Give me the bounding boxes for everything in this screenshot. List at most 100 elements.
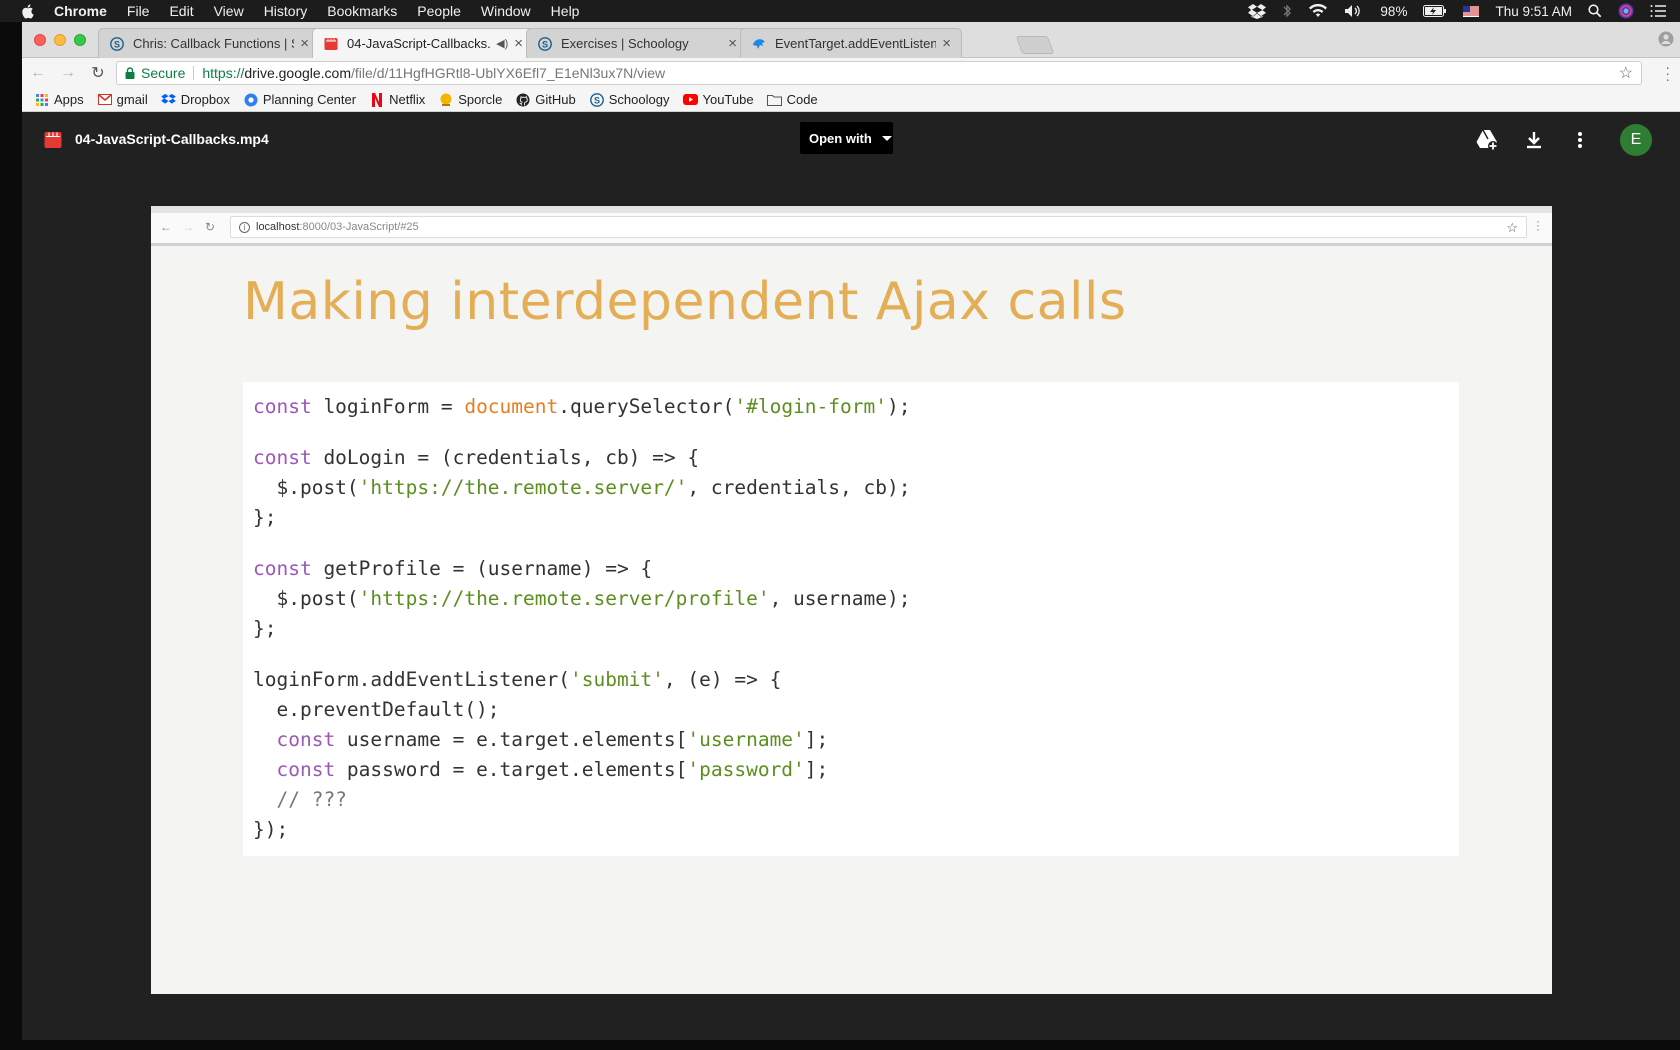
bookmark-planning-center[interactable]: Planning Center (243, 92, 356, 108)
wifi-icon[interactable] (1308, 4, 1328, 18)
clock[interactable]: Thu 9:51 AM (1495, 4, 1572, 19)
recorded-tab-strip (151, 206, 1552, 213)
account-avatar[interactable]: E (1620, 124, 1652, 156)
svg-text:S: S (542, 39, 548, 49)
code-line: const doLogin = (credentials, cb) => { (253, 446, 700, 469)
bookmarks-bar: Apps gmail Dropbox Planning Center Netfl… (22, 88, 1680, 112)
reload-icon: ↻ (205, 220, 216, 234)
window-minimize-button[interactable] (54, 34, 66, 46)
recorded-url-path: :8000/03-JavaScript/#25 (299, 221, 419, 233)
reload-icon[interactable]: ↻ (88, 63, 108, 83)
menu-file[interactable]: File (127, 3, 150, 19)
caret-down-icon (881, 135, 892, 141)
file-name: 04-JavaScript-Callbacks.mp4 (75, 131, 269, 147)
close-icon[interactable]: × (300, 35, 309, 52)
code-line: const getProfile = (username) => { (253, 557, 653, 580)
info-icon: i (239, 221, 250, 233)
menu-help[interactable]: Help (551, 3, 580, 19)
bookmark-code[interactable]: Code (767, 92, 818, 108)
url-scheme: https:// (202, 65, 245, 81)
code-line: }; (253, 506, 277, 529)
code-line: }); (253, 818, 289, 841)
siri-icon[interactable] (1618, 3, 1634, 19)
back-arrow-icon[interactable]: ← (28, 63, 48, 83)
bookmark-star-icon: ☆ (1506, 220, 1518, 235)
github-icon (515, 92, 531, 108)
menu-people[interactable]: People (417, 3, 461, 19)
add-to-drive-icon[interactable] (1475, 128, 1499, 152)
code-line: loginForm.addEventListener('submit', (e)… (253, 668, 782, 691)
tab-title: EventTarget.addEventListener( (775, 36, 937, 51)
dropbox-icon[interactable] (1248, 3, 1267, 19)
youtube-icon (682, 92, 698, 108)
tab-strip: S Chris: Callback Functions | Sch × 04-J… (22, 22, 1680, 58)
bookmark-label: Code (786, 92, 818, 107)
drive-viewer: 04-JavaScript-Callbacks.mp4 Open with E … (22, 112, 1680, 1040)
bookmark-github[interactable]: GitHub (515, 92, 576, 108)
chrome-menu-icon[interactable]: · · · (1665, 60, 1670, 86)
close-icon[interactable]: × (728, 35, 737, 52)
address-bar[interactable]: Secure https://drive.google.com/file/d/1… (116, 61, 1642, 85)
netflix-icon (369, 92, 385, 108)
gmail-icon (97, 92, 113, 108)
status-area: 98% Thu 9:51 AM (1248, 0, 1666, 22)
bookmark-gmail[interactable]: gmail (97, 92, 148, 108)
sporcle-icon (438, 92, 454, 108)
notification-center-icon[interactable] (1650, 5, 1666, 17)
code-line: const password = e.target.elements['pass… (276, 758, 829, 781)
volume-icon[interactable] (1344, 4, 1364, 18)
bookmark-label: Dropbox (180, 92, 230, 107)
bookmark-apps[interactable]: Apps (34, 92, 84, 108)
bluetooth-icon[interactable] (1282, 3, 1292, 19)
bookmark-schoology[interactable]: S Schoology (589, 92, 669, 108)
open-with-button[interactable]: Open with (800, 122, 893, 154)
menu-view[interactable]: View (214, 3, 244, 19)
menu-edit[interactable]: Edit (169, 3, 193, 19)
tab-event-target[interactable]: EventTarget.addEventListener( × (740, 28, 962, 58)
tab-callback-functions[interactable]: S Chris: Callback Functions | Sch × (98, 28, 320, 58)
battery-icon[interactable] (1423, 5, 1447, 17)
us-flag-icon[interactable] (1463, 5, 1480, 17)
tab-exercises[interactable]: S Exercises | Schoology × (526, 28, 748, 58)
menu-window[interactable]: Window (481, 3, 531, 19)
recorded-menu-icon: · · · (1536, 214, 1540, 236)
code-line: $.post('https://the.remote.server/profil… (253, 587, 911, 610)
apple-icon[interactable] (20, 3, 34, 19)
bookmark-netflix[interactable]: Netflix (369, 92, 425, 108)
code-line: e.preventDefault(); (253, 698, 500, 721)
bookmark-youtube[interactable]: YouTube (682, 92, 754, 108)
svg-text:S: S (114, 39, 120, 49)
bookmark-sporcle[interactable]: Sporcle (438, 92, 502, 108)
audio-playing-icon[interactable]: ◀︎) (496, 37, 508, 50)
app-menu-chrome[interactable]: Chrome (54, 3, 107, 19)
back-arrow-icon: ← (160, 220, 172, 234)
more-options-icon[interactable] (1568, 128, 1592, 152)
menu-bookmarks[interactable]: Bookmarks (327, 3, 397, 19)
svg-text:S: S (594, 95, 600, 105)
viewer-header: 04-JavaScript-Callbacks.mp4 Open with E (22, 112, 1680, 168)
download-icon[interactable] (1522, 128, 1546, 152)
url-host: drive.google.com (244, 65, 352, 81)
close-icon[interactable]: × (942, 35, 951, 52)
bookmark-dropbox[interactable]: Dropbox (161, 92, 230, 108)
close-icon[interactable]: × (514, 35, 523, 52)
open-with-label: Open with (809, 130, 872, 146)
bookmark-label: gmail (116, 92, 148, 107)
recorded-address-bar: i localhost:8000/03-JavaScript/#25 ☆ (230, 216, 1527, 238)
forward-arrow-icon[interactable]: → (58, 63, 78, 83)
window-zoom-button[interactable] (74, 34, 86, 46)
bookmark-star-icon[interactable]: ☆ (1619, 63, 1633, 83)
recorded-url-host: localhost (256, 221, 300, 233)
window-close-button[interactable] (34, 34, 46, 46)
spotlight-search-icon[interactable] (1588, 4, 1602, 18)
code-line: const username = e.target.elements['user… (276, 728, 829, 751)
video-frame[interactable]: ← → ↻ i localhost:8000/03-JavaScript/#25… (151, 206, 1552, 994)
bookmark-label: YouTube (702, 92, 754, 107)
new-tab-button[interactable] (1015, 36, 1055, 54)
tab-video-file[interactable]: 04-JavaScript-Callbacks.mp ◀︎) × (312, 28, 534, 58)
battery-percent[interactable]: 98% (1380, 4, 1407, 19)
mdn-icon (751, 36, 767, 52)
menu-bar: Chrome File Edit View History Bookmarks … (0, 0, 1680, 22)
menu-history[interactable]: History (264, 3, 308, 19)
profile-icon[interactable] (1658, 31, 1674, 47)
